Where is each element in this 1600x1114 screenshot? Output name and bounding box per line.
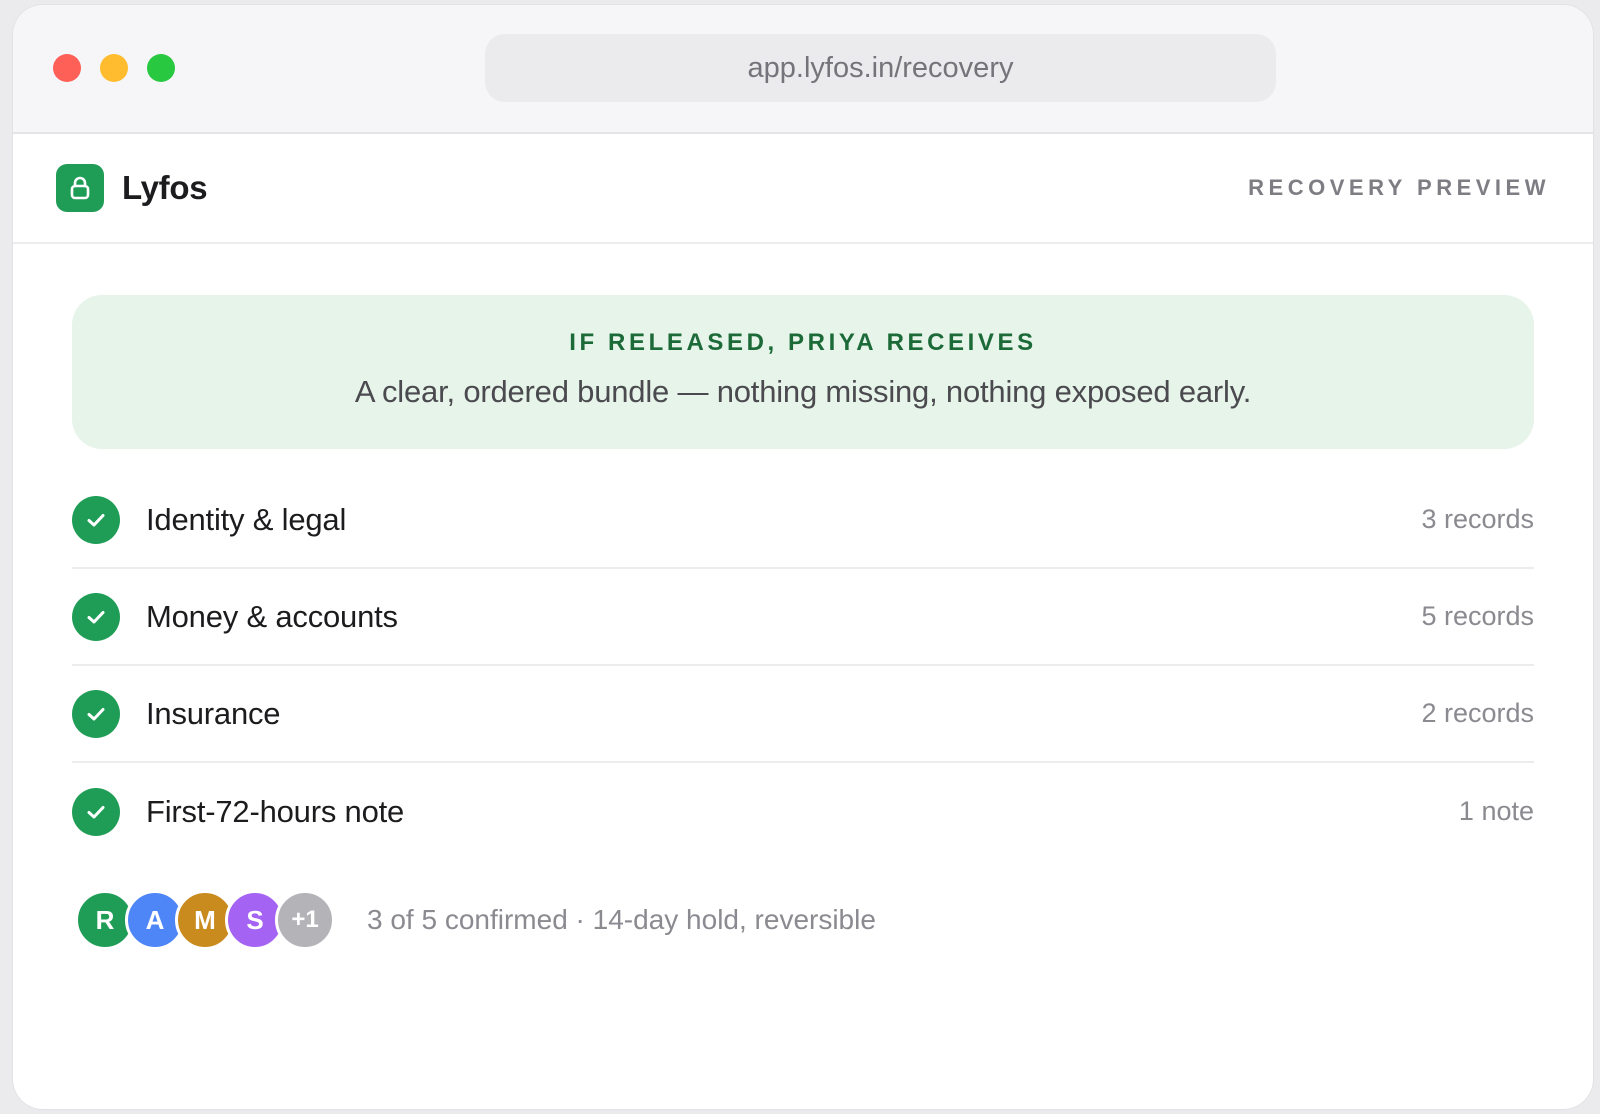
- confirmation-status-text: 3 of 5 confirmed · 14-day hold, reversib…: [367, 904, 876, 935]
- bundle-item-label: Money & accounts: [146, 598, 398, 634]
- bundle-item-label: Insurance: [146, 695, 281, 731]
- bundle-item-list: Identity & legal 3 records Money & accou…: [72, 472, 1534, 860]
- bundle-item-insurance[interactable]: Insurance 2 records: [72, 666, 1534, 763]
- bundle-item-first-72-hours-note[interactable]: First-72-hours note 1 note: [72, 763, 1534, 860]
- bundle-item-count: 1 note: [1458, 796, 1534, 826]
- address-bar[interactable]: app.lyfos.in/recovery: [485, 34, 1276, 102]
- check-circle-icon: [72, 689, 120, 738]
- bundle-item-label: First-72-hours note: [146, 793, 405, 829]
- bundle-item-count: 3 records: [1421, 504, 1534, 534]
- bundle-item-count: 2 records: [1421, 698, 1534, 728]
- brand-name: Lyfos: [122, 169, 208, 206]
- check-circle-icon: [72, 592, 120, 641]
- banner-title: IF RELEASED, PRIYA RECEIVES: [569, 329, 1037, 356]
- maximize-window-button[interactable]: [147, 54, 175, 82]
- brand-logo: [56, 164, 104, 212]
- close-window-button[interactable]: [53, 54, 81, 82]
- bundle-item-label: Identity & legal: [146, 501, 347, 537]
- browser-chrome: app.lyfos.in/recovery: [13, 5, 1593, 134]
- minimize-window-button[interactable]: [100, 54, 128, 82]
- main-content: IF RELEASED, PRIYA RECEIVES A clear, ord…: [13, 295, 1593, 950]
- bundle-item-identity[interactable]: Identity & legal 3 records: [72, 472, 1534, 569]
- bundle-item-money[interactable]: Money & accounts 5 records: [72, 569, 1534, 666]
- bundle-item-count: 5 records: [1421, 601, 1534, 631]
- check-circle-icon: [72, 495, 120, 544]
- confirmer-avatar-stack[interactable]: R A M S +1: [75, 890, 335, 950]
- recovery-preview-label: RECOVERY PREVIEW: [1248, 175, 1550, 200]
- app-header: Lyfos RECOVERY PREVIEW: [13, 134, 1593, 244]
- release-summary-banner: IF RELEASED, PRIYA RECEIVES A clear, ord…: [72, 295, 1534, 449]
- confirmation-status: R A M S +1 3 of 5 confirmed · 14-day hol…: [72, 890, 1534, 950]
- check-circle-icon: [72, 787, 120, 836]
- lock-icon: [70, 176, 90, 200]
- avatar-overflow-count[interactable]: +1: [275, 890, 335, 950]
- address-bar-url: app.lyfos.in/recovery: [747, 51, 1014, 84]
- browser-window: app.lyfos.in/recovery Lyfos RECOVERY PRE…: [13, 5, 1593, 1109]
- banner-text: A clear, ordered bundle — nothing missin…: [354, 374, 1252, 409]
